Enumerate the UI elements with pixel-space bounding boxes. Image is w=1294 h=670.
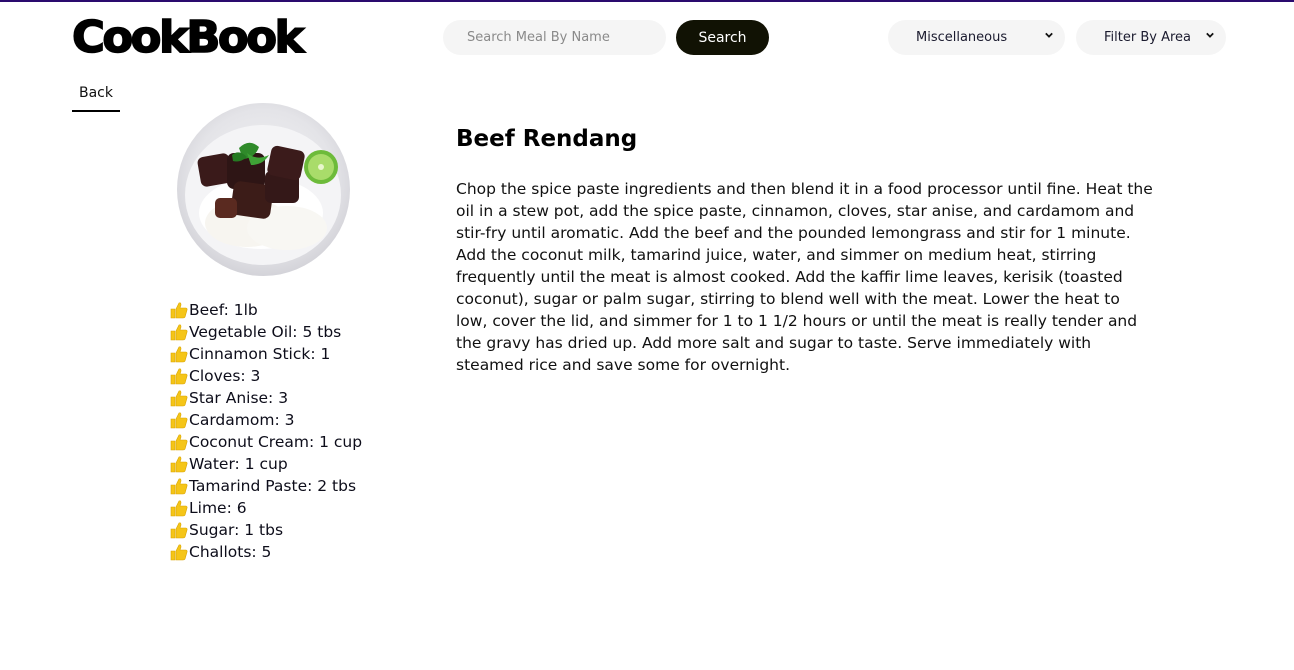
ingredient-item: Lime: 6 (169, 497, 362, 519)
ingredient-item: Beef: 1lb (169, 299, 362, 321)
chevron-down-icon (1206, 32, 1214, 38)
ingredient-text: Coconut Cream: 1 cup (189, 433, 363, 451)
ingredient-text: Beef: 1lb (189, 301, 258, 319)
chevron-down-icon (1045, 32, 1053, 38)
ingredient-item: Cardamom: 3 (169, 409, 362, 431)
thumbs-up-icon (170, 434, 188, 451)
ingredient-item: Water: 1 cup (169, 453, 362, 475)
meal-photo (185, 125, 341, 265)
category-select-value: Miscellaneous (916, 30, 1008, 45)
thumbs-up-icon (170, 390, 188, 407)
ingredient-item: Vegetable Oil: 5 tbs (169, 321, 362, 343)
ingredient-item: Sugar: 1 tbs (169, 519, 362, 541)
ingredient-item: Challots: 5 (169, 541, 362, 563)
ingredient-item: Coconut Cream: 1 cup (169, 431, 362, 453)
meal-image (177, 103, 350, 276)
meal-instructions: Chop the spice paste ingredients and the… (456, 180, 1153, 374)
thumbs-up-icon (170, 324, 188, 341)
logo[interactable]: CookBook (71, 11, 305, 64)
search-input[interactable] (443, 20, 666, 55)
ingredient-item: Cloves: 3 (169, 365, 362, 387)
search-button[interactable]: Search (676, 20, 769, 55)
ingredient-item: Tamarind Paste: 2 tbs (169, 475, 362, 497)
thumbs-up-icon (170, 522, 188, 539)
thumbs-up-icon (170, 500, 188, 517)
ingredient-text: Cloves: 3 (189, 367, 261, 385)
thumbs-up-icon (170, 346, 188, 363)
ingredient-text: Challots: 5 (189, 543, 272, 561)
back-link[interactable]: Back (72, 84, 120, 112)
thumbs-up-icon (170, 456, 188, 473)
thumbs-up-icon (170, 368, 188, 385)
thumbs-up-icon (170, 478, 188, 495)
meal-title: Beef Rendang (456, 126, 638, 152)
ingredients-list: Beef: 1lb Vegetable Oil: 5 tbs Cinnamon … (169, 299, 362, 563)
header: CookBook Search Miscellaneous Filter By … (0, 2, 1294, 72)
thumbs-up-icon (170, 412, 188, 429)
ingredient-text: Cardamom: 3 (189, 411, 295, 429)
area-select[interactable]: Filter By Area (1076, 20, 1226, 55)
thumbs-up-icon (170, 544, 188, 561)
ingredient-text: Cinnamon Stick: 1 (189, 345, 331, 363)
ingredient-item: Cinnamon Stick: 1 (169, 343, 362, 365)
ingredient-text: Vegetable Oil: 5 tbs (189, 323, 342, 341)
ingredient-text: Lime: 6 (189, 499, 247, 517)
ingredient-text: Sugar: 1 tbs (189, 521, 284, 539)
ingredient-text: Star Anise: 3 (189, 389, 289, 407)
ingredient-text: Tamarind Paste: 2 tbs (189, 477, 357, 495)
ingredient-text: Water: 1 cup (189, 455, 288, 473)
category-select[interactable]: Miscellaneous (888, 20, 1065, 55)
ingredient-item: Star Anise: 3 (169, 387, 362, 409)
thumbs-up-icon (170, 302, 188, 319)
area-select-value: Filter By Area (1104, 30, 1191, 45)
